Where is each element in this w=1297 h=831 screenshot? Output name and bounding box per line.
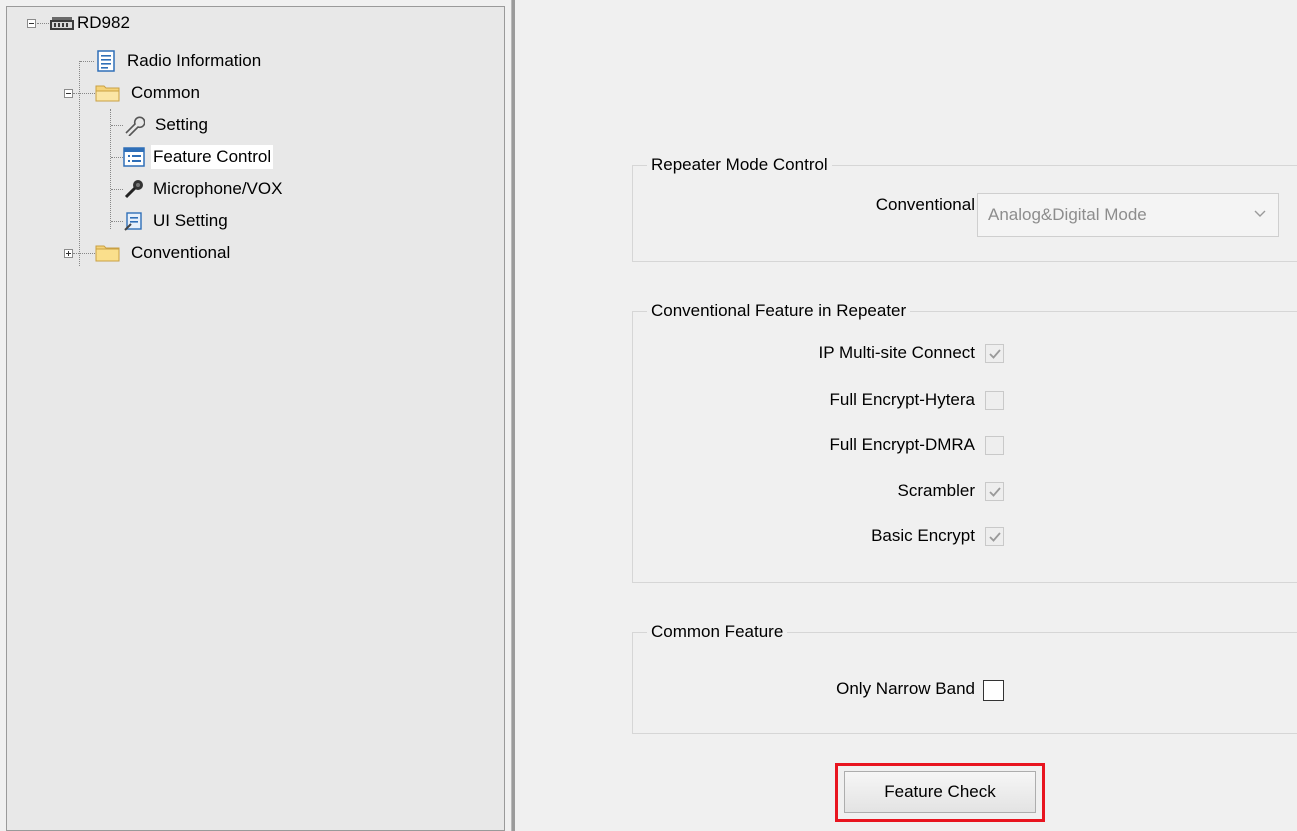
pane-splitter[interactable] [511, 0, 515, 831]
tree-item-label: Conventional [131, 243, 231, 262]
tree-connector [111, 221, 123, 222]
collapse-root-toggle[interactable] [27, 19, 36, 28]
tree-item-setting[interactable]: Setting [123, 112, 210, 138]
basic-encrypt-checkbox[interactable] [985, 527, 1004, 546]
list-window-icon [123, 147, 145, 167]
tree-item-microphone-vox[interactable]: Microphone/VOX [123, 176, 284, 202]
group-title: Conventional Feature in Repeater [647, 300, 911, 322]
checkmark-icon [989, 487, 1001, 497]
tree-item-label: Microphone/VOX [153, 179, 283, 198]
only-narrow-band-checkbox[interactable] [983, 680, 1004, 701]
tree-connector [80, 61, 94, 62]
only-narrow-band-label: Only Narrow Band [836, 679, 975, 698]
tree-item-label: Setting [155, 115, 208, 134]
tree-connector [110, 109, 111, 229]
feature-check-button[interactable]: Feature Check [844, 771, 1036, 813]
tree-connector [73, 93, 95, 94]
tree-connector [111, 189, 123, 190]
tree-connector [73, 253, 95, 254]
conventional-mode-label: Conventional [875, 195, 975, 214]
folder-closed-icon [95, 245, 120, 262]
checkmark-icon [989, 532, 1001, 542]
scrambler-label: Scrambler [897, 481, 975, 500]
checkmark-icon [989, 349, 1001, 359]
full-encrypt-dmra-label: Full Encrypt-DMRA [829, 435, 975, 454]
ip-multi-site-connect-checkbox[interactable] [985, 344, 1004, 363]
tree-item-conventional[interactable]: Conventional [95, 240, 232, 266]
chevron-down-icon [1254, 210, 1266, 217]
group-title: Common Feature [647, 621, 788, 643]
tree-item-feature-control[interactable]: Feature Control [123, 144, 274, 170]
tree-connector [111, 125, 123, 126]
conventional-mode-select[interactable]: Analog&Digital Mode [977, 193, 1279, 237]
tree-item-label: UI Setting [153, 211, 228, 230]
tree-item-ui-setting[interactable]: UI Setting [123, 208, 230, 234]
full-encrypt-dmra-checkbox[interactable] [985, 436, 1004, 455]
ip-multi-site-connect-label: IP Multi-site Connect [818, 343, 975, 362]
tree-item-label: Common [131, 83, 200, 102]
group-title: Repeater Mode Control [647, 154, 832, 176]
microphone-icon [124, 180, 143, 199]
full-encrypt-hytera-label: Full Encrypt-Hytera [829, 390, 975, 409]
tree-root-rd982[interactable]: RD982 [49, 10, 132, 36]
selected-value: Analog&Digital Mode [988, 205, 1147, 224]
tree-root-label: RD982 [77, 13, 130, 32]
tree-item-label: Feature Control [151, 145, 274, 169]
tree-item-label: Radio Information [127, 51, 262, 70]
tree-item-radio-information[interactable]: Radio Information [95, 48, 263, 74]
expand-conventional-toggle[interactable] [64, 249, 73, 258]
navigation-tree: RD982 Radio Information Common Setting F… [6, 6, 505, 831]
document-icon [97, 50, 115, 72]
tree-item-common[interactable]: Common [95, 80, 202, 106]
scrambler-checkbox[interactable] [985, 482, 1004, 501]
collapse-common-toggle[interactable] [64, 89, 73, 98]
ui-setting-icon [124, 212, 142, 231]
full-encrypt-hytera-checkbox[interactable] [985, 391, 1004, 410]
basic-encrypt-label: Basic Encrypt [871, 526, 975, 545]
tree-connector [79, 61, 80, 266]
wrench-icon [125, 116, 145, 136]
folder-open-icon [95, 85, 120, 102]
tree-connector [111, 157, 123, 158]
radio-device-icon [50, 17, 74, 30]
